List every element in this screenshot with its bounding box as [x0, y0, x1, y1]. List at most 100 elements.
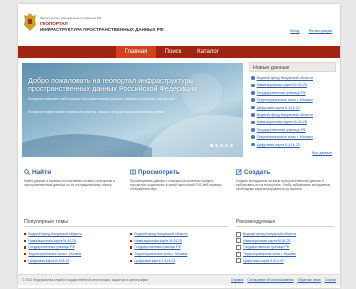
- list-item: Навигационная карта М-44-25: [24, 238, 82, 245]
- data-link[interactable]: Территориальные зоны г. Москвы: [257, 98, 313, 102]
- login-link[interactable]: Вход: [290, 28, 299, 33]
- footer-link[interactable]: Обратная связь: [297, 278, 320, 282]
- site-footer: © 2012 Федеральная служба государственно…: [18, 274, 340, 285]
- list-item: Водный фонд Калужской области: [236, 231, 296, 238]
- recommended-list: Водный фонд Калужской области Навигацион…: [236, 231, 296, 264]
- topic-link[interactable]: Государственная граница РФ: [28, 245, 74, 249]
- list-item: Водный фонд Калужской области: [24, 231, 81, 238]
- page: Министерство экономического развития РФ …: [18, 4, 340, 288]
- globe-icon: [251, 98, 255, 103]
- view-title: Просмотреть: [138, 169, 180, 176]
- list-item: Навигационная карта М-44-25: [236, 238, 296, 245]
- find-title: Найти: [32, 169, 52, 176]
- auth-links: Вход Регистрация: [282, 28, 332, 33]
- hero-text-1: Геопортал позволяет найти нужные простра…: [28, 97, 176, 101]
- data-link[interactable]: Государственная граница РФ: [257, 128, 306, 132]
- globe-icon: [251, 120, 255, 125]
- list-item: Государственная граница РФ: [24, 244, 82, 251]
- site-header: Министерство экономического развития РФ …: [18, 4, 340, 44]
- list-item: Водный фонд Калужской области: [249, 75, 336, 82]
- data-link[interactable]: Территориальные зоны г. Москвы: [257, 135, 313, 139]
- list-item: Навигационная карта М-44-25: [249, 82, 336, 89]
- nav-home[interactable]: Главная: [116, 46, 156, 58]
- topic-link[interactable]: Навигационная карта М-44-25: [134, 239, 181, 243]
- list-item: Территориальные зоны г. Москвы: [130, 251, 188, 258]
- edit-icon: [236, 169, 242, 175]
- slider-dots: [208, 134, 233, 152]
- globe-icon: [251, 105, 255, 110]
- slider-dot[interactable]: [230, 144, 233, 147]
- recommended-link[interactable]: Навигационная карта М-44-25: [243, 239, 290, 243]
- list-item: Цифровая карта К-414-23: [130, 258, 188, 265]
- topic-link[interactable]: Навигационная карта М-44-25: [28, 239, 75, 243]
- list-item: Водный фонд Калужской области: [249, 112, 336, 119]
- list-item: Территориальные зоны г. Москвы: [249, 134, 336, 141]
- nav-catalog[interactable]: Каталог: [190, 46, 226, 58]
- topic-link[interactable]: Водный фонд Калужской области: [134, 232, 187, 236]
- view-text: Просматривать данные с помощью встроенны…: [130, 179, 222, 191]
- portal-title: ГЕОПОРТАЛ: [40, 21, 68, 26]
- map-icon: [130, 169, 136, 175]
- popular-list-1: Водный фонд Калужской области Навигацион…: [24, 231, 82, 265]
- feature-create: Создать Создать метаданные на ваши прост…: [236, 168, 336, 224]
- globe-icon: [251, 76, 255, 80]
- data-link[interactable]: Навигационная карта М-44-25: [257, 83, 307, 87]
- globe-icon: [251, 135, 255, 139]
- nav-search[interactable]: Поиск: [158, 46, 188, 58]
- create-link[interactable]: Создать: [236, 168, 336, 178]
- main-nav: Главная Поиск Каталог: [18, 46, 340, 58]
- view-link[interactable]: Просмотреть: [130, 168, 230, 178]
- globe-icon: [251, 91, 255, 95]
- recommended-title: Рекомендуемые: [236, 218, 334, 227]
- topic-link[interactable]: Территориальные зоны г. Москвы: [28, 252, 81, 256]
- data-link[interactable]: Навигационная карта М-44-25: [257, 120, 307, 124]
- data-link[interactable]: Цифровая карта К-414-23: [257, 143, 300, 147]
- recommended-link[interactable]: Территориальные зоны г. Москвы: [243, 252, 296, 256]
- portal-subtitle: ИНФРАСТРУКТУРА ПРОСТРАНСТВЕННЫХ ДАННЫХ Р…: [40, 27, 164, 32]
- all-data-link[interactable]: Все данные: [312, 151, 332, 155]
- recommended-link[interactable]: Государственная граница РФ: [243, 245, 289, 249]
- recommended-link[interactable]: Цифровая карта К-414-23: [243, 259, 284, 263]
- popular-list-2: Водный фонд Калужской области Навигацион…: [130, 231, 188, 265]
- slider-dot[interactable]: [220, 144, 223, 147]
- globe-icon: [251, 127, 255, 132]
- footer-link[interactable]: Ссылки: [325, 278, 336, 282]
- data-link[interactable]: Водный фонд Калужской области: [257, 76, 313, 80]
- hero-title: Добро пожаловать на геопортал инфраструк…: [28, 76, 198, 94]
- topic-link[interactable]: Цифровая карта К-414-23: [134, 259, 175, 263]
- recommended-link[interactable]: Водный фонд Калужской области: [243, 232, 296, 236]
- data-link[interactable]: Цифровая карта К-414-23: [257, 106, 300, 110]
- footer-link[interactable]: Справка: [231, 278, 244, 282]
- hero-banner[interactable]: Добро пожаловать на геопортал инфраструк…: [22, 63, 243, 157]
- slider-dot[interactable]: [210, 144, 213, 147]
- slider-dot[interactable]: [215, 144, 218, 147]
- find-text: Найти данные и сервисы по ключевым слова…: [24, 179, 115, 187]
- list-item: Водный фонд Калужской области: [130, 231, 187, 238]
- list-item: Навигационная карта М-44-25: [249, 119, 336, 126]
- list-item: Территориальные зоны г. Москвы: [236, 251, 296, 258]
- slider-dot[interactable]: [225, 144, 228, 147]
- list-item: Цифровая карта К-414-23: [249, 105, 336, 112]
- find-link[interactable]: Найти: [24, 168, 124, 178]
- topic-link[interactable]: Цифровая карта К-414-23: [28, 259, 69, 263]
- register-link[interactable]: Регистрация: [309, 28, 332, 33]
- list-item: Государственная граница РФ: [236, 244, 296, 251]
- globe-icon: [251, 83, 255, 88]
- new-data-list: Водный фонд Калужской области Навигацион…: [249, 75, 336, 149]
- topic-link[interactable]: Государственная граница РФ: [134, 245, 180, 249]
- search-icon: [24, 169, 30, 175]
- data-link[interactable]: Государственная граница РФ: [257, 91, 306, 95]
- data-link[interactable]: Водный фонд Калужской области: [257, 113, 313, 117]
- new-data-title: Новые данные: [249, 62, 336, 72]
- topic-link[interactable]: Территориальные зоны г. Москвы: [134, 252, 187, 256]
- list-item: Цифровая карта К-414-23: [24, 258, 82, 265]
- footer-link[interactable]: Соглашение об использовании: [247, 278, 293, 282]
- topic-link[interactable]: Водный фонд Калужской области: [28, 232, 81, 236]
- globe-icon: [251, 142, 255, 147]
- list-item: Навигационная карта М-44-25: [130, 238, 188, 245]
- new-data-panel: Новые данные Водный фонд Калужской облас…: [249, 62, 336, 155]
- coat-of-arms-icon: [24, 13, 36, 31]
- globe-icon: [251, 113, 255, 117]
- list-item: Цифровая карта К-414-23: [249, 142, 336, 149]
- create-text: Создать метаданные на ваши пространствен…: [236, 179, 332, 191]
